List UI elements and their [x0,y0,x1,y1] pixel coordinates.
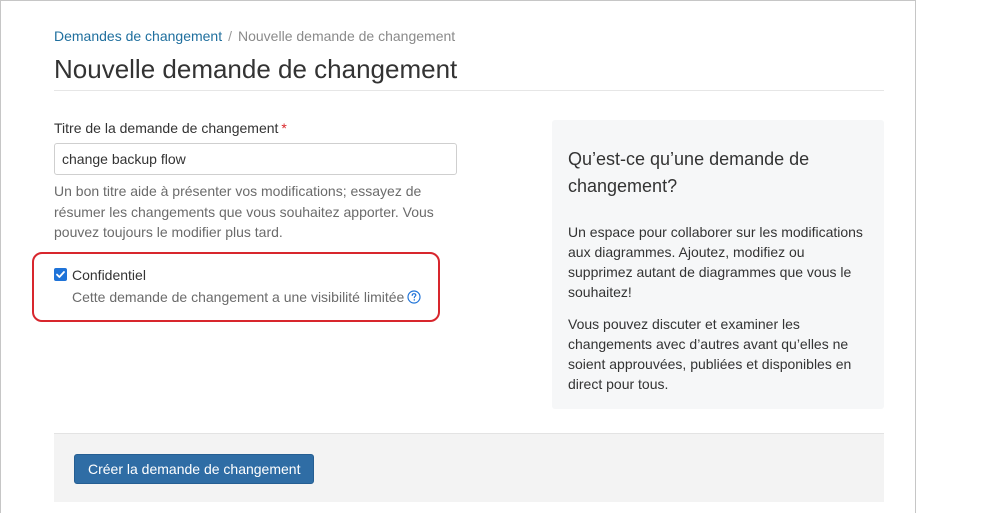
create-change-request-button[interactable]: Créer la demande de changement [74,454,315,484]
info-panel-title: Qu’est-ce qu’une demande de changement? [568,149,810,196]
title-divider [54,90,884,91]
checkmark-icon [56,271,65,278]
title-help-text: Un bon titre aide à présenter vos modifi… [54,183,434,240]
confidential-description-text: Cette demande de changement a une visibi… [72,289,405,305]
form-footer: Créer la demande de changement [54,433,884,502]
breadcrumb-separator: / [228,28,232,44]
page-title: Nouvelle demande de changement [54,54,458,84]
required-marker: * [281,120,287,136]
info-panel-paragraph-1: Un espace pour collaborer sur les modifi… [568,224,863,300]
info-panel: Qu’est-ce qu’une demande de changement? … [552,120,884,409]
page-frame: Demandes de changement / Nouvelle demande … [0,0,916,513]
confidential-highlight-box [32,252,440,322]
breadcrumb-link-change-requests[interactable]: Demandes de changement [54,28,222,44]
title-field-label: Titre de la demande de changement * [54,120,287,136]
title-input[interactable] [54,143,457,175]
info-panel-paragraph-2: Vous pouvez discuter et examiner les cha… [568,316,852,392]
help-circle-icon[interactable] [407,290,421,307]
breadcrumb: Demandes de changement / Nouvelle demande … [54,28,455,44]
breadcrumb-current: Nouvelle demande de changement [238,28,456,44]
title-label-text: Titre de la demande de changement [54,120,279,136]
confidential-label[interactable]: Confidentiel [72,267,146,283]
confidential-description: Cette demande de changement a une visibi… [72,289,421,307]
confidential-checkbox[interactable] [54,268,67,281]
